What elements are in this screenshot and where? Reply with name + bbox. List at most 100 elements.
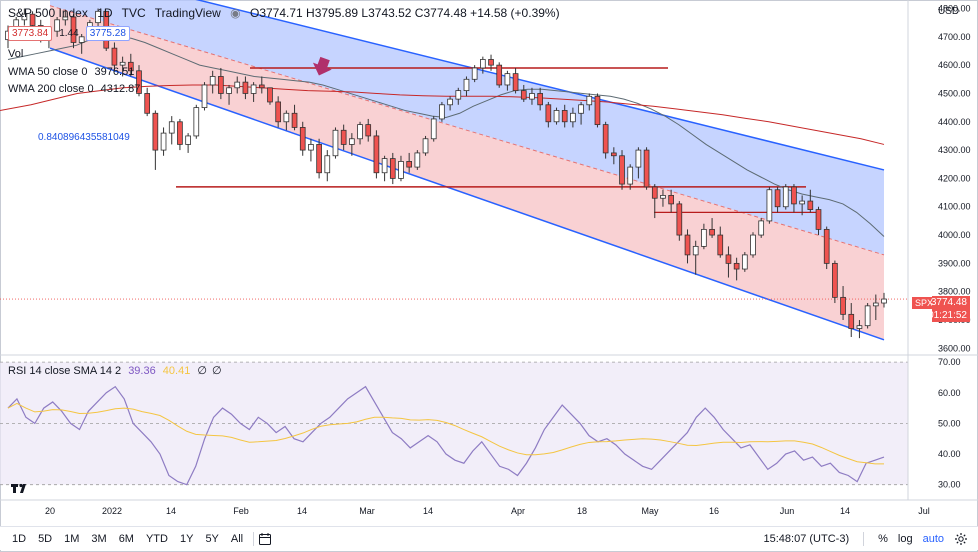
candle-body-down bbox=[668, 195, 674, 205]
chart-canvas[interactable]: 4800.004700.004600.004500.004400.004300.… bbox=[0, 0, 978, 526]
candle bbox=[160, 127, 167, 156]
candle bbox=[381, 155, 388, 182]
symbol-interval: 1D bbox=[97, 6, 113, 20]
candle-body-down bbox=[561, 110, 568, 123]
candle-body-down bbox=[684, 234, 691, 256]
vol-label[interactable]: Vol bbox=[8, 48, 23, 60]
tradingview-logo-icon[interactable] bbox=[10, 482, 32, 494]
candle-body-up bbox=[308, 144, 314, 151]
time-tick-label: 14 bbox=[297, 506, 307, 516]
candle-body-down bbox=[267, 87, 273, 103]
candle bbox=[832, 260, 838, 304]
candle-body-up bbox=[529, 93, 535, 100]
candle-body-down bbox=[316, 144, 322, 174]
candle bbox=[168, 116, 175, 145]
rsi-extra-1: ∅ bbox=[197, 365, 207, 377]
tf-1m[interactable]: 1M bbox=[58, 533, 85, 545]
candle-body-up bbox=[864, 305, 871, 327]
candle-body-up bbox=[586, 95, 593, 106]
date-range-icon[interactable] bbox=[258, 532, 272, 546]
candle bbox=[316, 138, 322, 179]
eye-icon[interactable]: ◉ bbox=[230, 6, 240, 20]
clock-display[interactable]: 15:48:07 (UTC-3) bbox=[764, 533, 850, 545]
tf-1d[interactable]: 1D bbox=[6, 533, 32, 545]
candle-body-down bbox=[389, 158, 396, 179]
time-tick-label: May bbox=[641, 506, 659, 516]
ask-box[interactable]: 3775.28 bbox=[85, 26, 130, 41]
candle-body-up bbox=[635, 149, 642, 168]
candle-body-up bbox=[226, 87, 232, 94]
candle-body-down bbox=[496, 64, 503, 86]
price-tick-label: 4100.00 bbox=[938, 202, 971, 212]
wma200-value: 4312.87 bbox=[100, 83, 141, 95]
price-tick-label: 4700.00 bbox=[938, 32, 971, 42]
settings-gear-icon[interactable] bbox=[954, 532, 968, 546]
candle-body-down bbox=[218, 76, 224, 94]
tf-3m[interactable]: 3M bbox=[85, 533, 112, 545]
candle-body-down bbox=[537, 93, 543, 106]
tf-5d[interactable]: 5D bbox=[32, 533, 58, 545]
candle bbox=[758, 218, 765, 238]
candle-body-down bbox=[488, 59, 494, 66]
price-tick-label: 3600.00 bbox=[938, 343, 971, 353]
candle bbox=[471, 65, 478, 83]
wma50-label[interactable]: WMA 50 close 0 bbox=[8, 66, 87, 78]
log-toggle[interactable]: log bbox=[898, 533, 913, 545]
quote-boxes: 3773.84 1.44 3775.28 bbox=[8, 26, 130, 41]
time-tick-label: 14 bbox=[166, 506, 176, 516]
tf-all[interactable]: All bbox=[225, 533, 249, 545]
candle-body-down bbox=[791, 186, 797, 205]
candle-body-up bbox=[234, 81, 241, 89]
candle bbox=[414, 150, 421, 170]
tf-6m[interactable]: 6M bbox=[113, 533, 140, 545]
candle bbox=[267, 87, 273, 105]
candle-body-down bbox=[406, 161, 412, 168]
candle-body-up bbox=[692, 245, 699, 256]
toolbar-divider bbox=[253, 531, 255, 546]
percent-toggle[interactable]: % bbox=[878, 533, 888, 545]
candle-body-down bbox=[144, 93, 151, 114]
rsi-tick-label: 70.00 bbox=[938, 357, 961, 367]
candle-body-up bbox=[381, 158, 388, 174]
fib-label: 0.840896435581049 bbox=[38, 132, 130, 143]
symbol-name[interactable]: S&P 500 Index bbox=[8, 6, 88, 20]
time-tick-label: Mar bbox=[359, 506, 375, 516]
candle-body-up bbox=[250, 84, 257, 94]
candle-body-up bbox=[398, 161, 404, 179]
tf-5y[interactable]: 5Y bbox=[199, 533, 224, 545]
rsi-sma-value: 40.41 bbox=[162, 365, 191, 377]
currency-label[interactable]: USD bbox=[938, 6, 959, 17]
candle bbox=[152, 110, 159, 170]
candle bbox=[643, 147, 650, 190]
wma50-legend: WMA 50 close 0 3976.51 bbox=[8, 66, 134, 78]
candle-body-down bbox=[365, 124, 372, 137]
rsi-label[interactable]: RSI 14 close SMA 14 2 bbox=[8, 365, 121, 377]
candle bbox=[766, 186, 773, 224]
ohlc-values: O3774.71 H3795.89 L3743.52 C3774.48 +14.… bbox=[250, 6, 560, 20]
candle-body-down bbox=[299, 127, 306, 151]
tf-1y[interactable]: 1Y bbox=[174, 533, 199, 545]
candle-body-down bbox=[807, 200, 814, 210]
candle bbox=[177, 118, 183, 151]
candle-body-up bbox=[160, 132, 167, 151]
candle-body-up bbox=[357, 124, 363, 140]
candle-body-down bbox=[258, 84, 265, 89]
candle-body-down bbox=[832, 262, 838, 298]
regression-channel[interactable] bbox=[49, 0, 885, 341]
candle-body-down bbox=[619, 155, 625, 185]
price-tick-label: 4500.00 bbox=[938, 88, 971, 98]
time-tick-label: 2022 bbox=[102, 506, 122, 516]
price-tick-label: 4000.00 bbox=[938, 230, 971, 240]
candle-body-up bbox=[766, 189, 773, 222]
candle bbox=[676, 201, 683, 241]
time-tick-label: Jul bbox=[918, 506, 930, 516]
tf-ytd[interactable]: YTD bbox=[140, 533, 174, 545]
wma200-label[interactable]: WMA 200 close 0 bbox=[8, 83, 94, 95]
price-tick-label: 4200.00 bbox=[938, 173, 971, 183]
candle-body-down bbox=[717, 234, 724, 256]
bottom-toolbar: 1D 5D 1M 3M 6M YTD 1Y 5Y All 15:48:07 (U… bbox=[0, 526, 978, 550]
candle-body-down bbox=[602, 124, 609, 154]
time-tick-label: 18 bbox=[577, 506, 587, 516]
bid-box[interactable]: 3773.84 bbox=[8, 26, 53, 41]
auto-toggle[interactable]: auto bbox=[923, 533, 944, 545]
